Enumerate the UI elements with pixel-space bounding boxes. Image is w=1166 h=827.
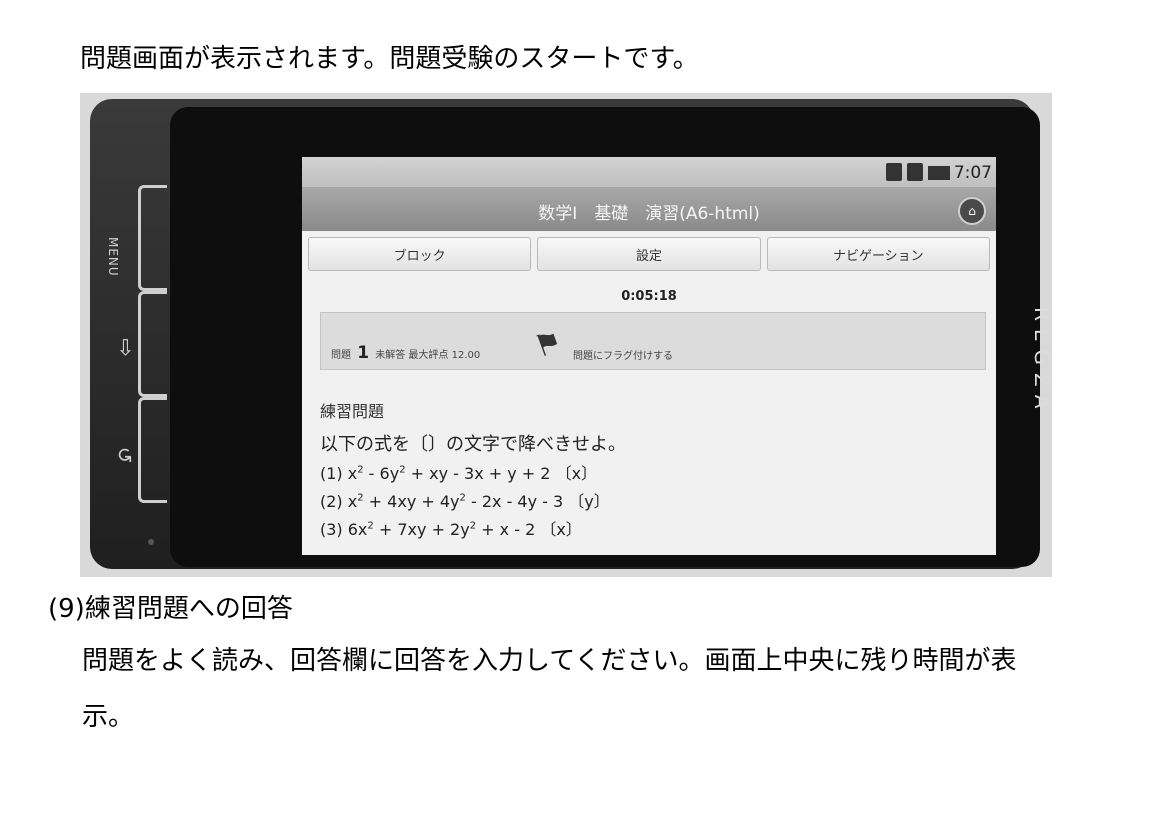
question-number: 1	[357, 343, 370, 363]
question-label: 問題 1 未解答 最大評点 12.00	[331, 343, 480, 363]
tab-settings[interactable]: 設定	[537, 237, 761, 271]
status-bar: 7:07	[302, 157, 996, 187]
microphone-dot	[148, 539, 154, 545]
phone-screen: 7:07 数学Ⅰ 基礎 演習(A6-html) ⌂ ブロック 設定 ナビゲーショ…	[302, 157, 996, 555]
home-hardware-button[interactable]	[138, 291, 167, 397]
question-info-box: 問題 1 未解答 最大評点 12.00 ⚑ 問題にフラグ付けする	[320, 312, 986, 370]
tab-bar: ブロック 設定 ナビゲーション	[302, 231, 996, 271]
tab-navigation[interactable]: ナビゲーション	[766, 237, 990, 271]
equation-3: (3) 6x2 + 7xy + 2y2 + x - 2 〔x〕	[320, 520, 582, 539]
app-title-bar: 数学Ⅰ 基礎 演習(A6-html) ⌂	[302, 187, 996, 231]
airplane-icon	[907, 163, 923, 181]
equation-1: (1) x2 - 6y2 + xy - 3x + y + 2 〔x〕	[320, 464, 598, 483]
instruction-text: 以下の式を〔〕の文字で降べきせよ。	[320, 434, 626, 455]
tab-block[interactable]: ブロック	[308, 237, 532, 271]
remaining-time: 0:05:18	[621, 289, 677, 304]
battery-icon	[928, 166, 950, 180]
brand-logo: REGZA	[1030, 307, 1052, 417]
home-arrow-icon: ⇨	[112, 338, 138, 357]
flag-question-link[interactable]: 問題にフラグ付けする	[573, 347, 673, 362]
app-title: 数学Ⅰ 基礎 演習(A6-html)	[538, 204, 760, 224]
menu-label: MENU	[106, 237, 120, 277]
practice-title: 練習問題	[320, 402, 385, 421]
phone-photo: MENU ⇨ ↺ REGZA 7:07 数学Ⅰ 基礎 演習(A6-html) ⌂…	[80, 93, 1052, 577]
question-meta: 未解答 最大評点 12.00	[375, 350, 481, 361]
flag-icon[interactable]: ⚑	[530, 323, 567, 365]
back-arrow-icon: ↺	[112, 446, 137, 464]
home-icon[interactable]: ⌂	[958, 197, 986, 225]
status-time: 7:07	[953, 163, 992, 183]
body-text-line-1: 問題をよく読み、回答欄に回答を入力してください。画面上中央に残り時間が表	[82, 646, 1017, 676]
equation-2: (2) x2 + 4xy + 4y2 - 2x - 4y - 3 〔y〕	[320, 492, 610, 511]
menu-button[interactable]	[138, 185, 167, 291]
phone-body: MENU ⇨ ↺ REGZA 7:07 数学Ⅰ 基礎 演習(A6-html) ⌂…	[90, 99, 1052, 569]
intro-text: 問題画面が表示されます。問題受験のスタートです。	[80, 44, 699, 74]
body-text-line-2: 示。	[82, 702, 135, 732]
phone-bezel: REGZA 7:07 数学Ⅰ 基礎 演習(A6-html) ⌂ ブロック 設定 …	[170, 107, 1052, 567]
back-hardware-button[interactable]	[138, 397, 167, 503]
section-heading: (9)練習問題への回答	[48, 594, 293, 624]
question-prefix: 問題	[331, 350, 351, 361]
wifi-icon	[886, 163, 902, 181]
